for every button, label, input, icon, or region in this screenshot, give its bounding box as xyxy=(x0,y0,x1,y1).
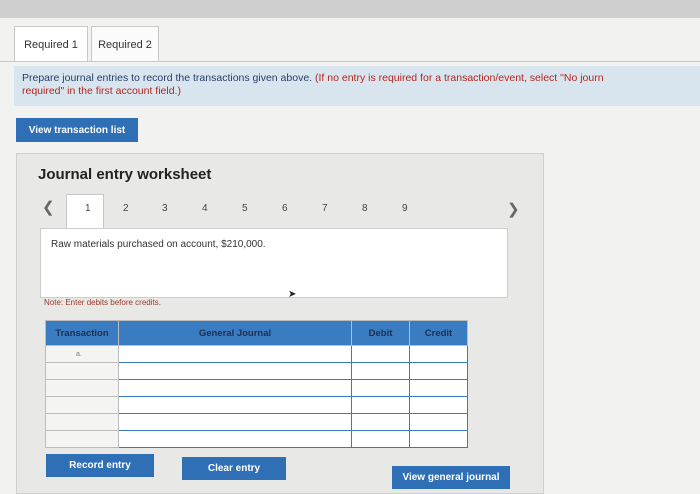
debit-input[interactable] xyxy=(351,396,410,414)
worksheet-title: Journal entry worksheet xyxy=(38,166,212,183)
debit-input[interactable] xyxy=(351,413,410,431)
debit-input[interactable] xyxy=(351,430,410,448)
instructions-note-line1: (If no entry is required for a transacti… xyxy=(315,72,604,84)
credit-input[interactable] xyxy=(409,413,468,431)
account-input[interactable] xyxy=(118,396,352,414)
credit-input[interactable] xyxy=(409,396,468,414)
worksheet-page-8[interactable]: 8 xyxy=(362,203,368,214)
table-row xyxy=(45,430,468,448)
debit-input[interactable] xyxy=(351,379,410,397)
tab-required-1[interactable]: Required 1 xyxy=(14,26,88,62)
top-bar xyxy=(0,0,700,18)
chevron-left-icon[interactable]: ❮ xyxy=(42,198,55,216)
debit-input[interactable] xyxy=(351,345,410,363)
transaction-cell xyxy=(45,413,119,431)
instructions-banner: Prepare journal entries to record the tr… xyxy=(14,66,700,106)
table-row xyxy=(45,379,468,397)
debit-header: Debit xyxy=(351,320,410,346)
transaction-cell xyxy=(45,362,119,380)
worksheet-page-4[interactable]: 4 xyxy=(202,203,208,214)
record-entry-button[interactable]: Record entry xyxy=(46,454,154,477)
table-row: a. xyxy=(45,345,468,363)
journal-entry-table: Transaction General Journal Debit Credit… xyxy=(45,320,468,448)
general-journal-header: General Journal xyxy=(118,320,352,346)
transaction-cell xyxy=(45,430,119,448)
table-row xyxy=(45,413,468,431)
debit-input[interactable] xyxy=(351,362,410,380)
worksheet-page-1[interactable]: 1 xyxy=(85,203,91,214)
worksheet-page-6[interactable]: 6 xyxy=(282,203,288,214)
instructions-text: Prepare journal entries to record the tr… xyxy=(22,72,313,84)
tab-label: Required 1 xyxy=(24,38,78,51)
tab-required-2[interactable]: Required 2 xyxy=(91,26,159,62)
account-input[interactable] xyxy=(118,362,352,380)
worksheet-page-7[interactable]: 7 xyxy=(322,203,328,214)
transaction-header: Transaction xyxy=(45,320,119,346)
account-input[interactable] xyxy=(118,430,352,448)
mouse-cursor-icon: ➤ xyxy=(288,289,297,300)
transaction-cell xyxy=(45,379,119,397)
credit-input[interactable] xyxy=(409,430,468,448)
transaction-description: Raw materials purchased on account, $210… xyxy=(40,228,508,298)
table-row xyxy=(45,396,468,414)
worksheet-page-3[interactable]: 3 xyxy=(162,203,168,214)
view-transaction-list-button[interactable]: View transaction list xyxy=(16,118,138,142)
credit-header: Credit xyxy=(409,320,468,346)
worksheet-page-2[interactable]: 2 xyxy=(123,203,129,214)
instructions-note-line2: required" in the first account field.) xyxy=(22,85,181,97)
credit-input[interactable] xyxy=(409,379,468,397)
transaction-cell xyxy=(45,396,119,414)
tab-label: Required 2 xyxy=(98,38,152,51)
credit-input[interactable] xyxy=(409,362,468,380)
account-input[interactable] xyxy=(118,379,352,397)
account-input[interactable] xyxy=(118,413,352,431)
worksheet-page-5[interactable]: 5 xyxy=(242,203,248,214)
credit-input[interactable] xyxy=(409,345,468,363)
view-general-journal-button[interactable]: View general journal xyxy=(392,466,510,489)
chevron-right-icon[interactable]: ❯ xyxy=(507,200,520,218)
transaction-cell: a. xyxy=(45,345,119,363)
worksheet-page-9[interactable]: 9 xyxy=(402,203,408,214)
table-row xyxy=(45,362,468,380)
debits-before-credits-note: Note: Enter debits before credits. xyxy=(44,298,161,307)
tab-divider xyxy=(0,61,700,62)
clear-entry-button[interactable]: Clear entry xyxy=(182,457,286,480)
account-input[interactable] xyxy=(118,345,352,363)
